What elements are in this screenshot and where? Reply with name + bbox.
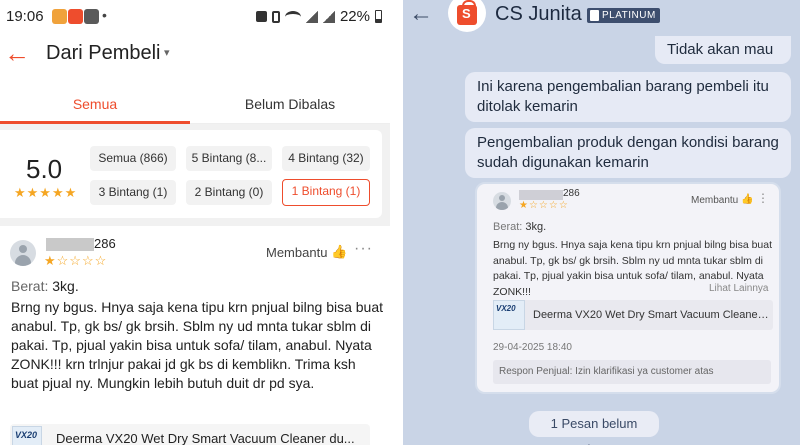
username-redaction bbox=[46, 238, 94, 251]
chat-contact-name[interactable]: CS Junita bbox=[495, 3, 582, 26]
thumbs-up-icon[interactable]: 👍 bbox=[741, 194, 753, 205]
product-thumbnail-text: VX20 bbox=[496, 304, 516, 313]
filter-3-star[interactable]: 3 Bintang (1) bbox=[90, 180, 176, 205]
back-arrow-icon[interactable]: ← bbox=[4, 38, 30, 68]
battery-percent: 22% bbox=[339, 8, 370, 25]
review-stars: ★☆☆☆☆ bbox=[44, 253, 108, 268]
shop-logo: S bbox=[448, 0, 486, 32]
review-weight: Berat: 3kg. bbox=[493, 221, 546, 233]
dropdown-caret-icon[interactable]: ▾ bbox=[164, 46, 170, 59]
rating-stars: ★★★★★ bbox=[14, 185, 78, 200]
tab-all[interactable]: Semua bbox=[0, 96, 190, 112]
back-arrow-icon[interactable]: ← bbox=[409, 0, 433, 28]
helpful-button[interactable]: Membantu bbox=[691, 195, 738, 206]
review-tabs: Semua Belum Dibalas bbox=[0, 88, 390, 124]
seller-reviews-screen: 19:06 • 22% ← Dari Pembeli ▾ Semua Belum… bbox=[0, 0, 390, 445]
status-time: 19:06 bbox=[6, 8, 44, 25]
username-redaction bbox=[519, 190, 563, 200]
filter-4-star[interactable]: 4 Bintang (32) bbox=[282, 146, 370, 171]
product-name: Deerma VX20 Wet Dry Smart Vacuum Cleaner… bbox=[56, 431, 355, 445]
review-stars: ★☆☆☆☆ bbox=[519, 200, 569, 211]
status-dot: • bbox=[102, 7, 107, 23]
app-bar: ← Dari Pembeli ▾ bbox=[0, 36, 390, 78]
product-thumbnail: VX20 bbox=[12, 426, 42, 445]
filter-2-star[interactable]: 2 Bintang (0) bbox=[186, 180, 272, 205]
avatar bbox=[10, 240, 36, 266]
review-date: 29-04-2025 18:40 bbox=[493, 342, 572, 353]
helpful-button[interactable]: Membantu bbox=[266, 245, 327, 260]
avatar bbox=[493, 192, 511, 210]
weight-label: Berat: bbox=[493, 221, 523, 233]
review-item: 286 ★☆☆☆☆ Membantu 👍 ··· Berat: 3kg. Brn… bbox=[0, 226, 390, 445]
filter-1-star[interactable]: 1 Bintang (1) bbox=[282, 179, 370, 206]
seller-reply: Respon Penjual: Izin klarifikasi ya cust… bbox=[493, 360, 771, 384]
chat-message: Ini karena pengembalian barang pembeli i… bbox=[465, 72, 791, 122]
status-right: 22% bbox=[255, 8, 382, 25]
username: 286 bbox=[94, 236, 116, 251]
signal-icon bbox=[322, 10, 335, 23]
product-name: Deerma VX20 Wet Dry Smart Vacuum Cleaner… bbox=[533, 309, 769, 321]
vibrate-icon bbox=[271, 10, 280, 23]
product-card[interactable]: VX20 Deerma VX20 Wet Dry Smart Vacuum Cl… bbox=[493, 300, 773, 330]
review-text: Brng ny bgus. Hnya saja kena tipu krn pn… bbox=[11, 299, 384, 391]
filter-5-star[interactable]: 5 Bintang (8... bbox=[186, 146, 272, 171]
thumbs-up-icon[interactable]: 👍 bbox=[331, 244, 347, 260]
rating-score: 5.0 bbox=[26, 154, 63, 184]
wifi-icon bbox=[284, 10, 301, 23]
chat-message: Tidak akan mau bbox=[655, 36, 791, 64]
chat-header: ← S CS Junita PLATINUM bbox=[403, 0, 800, 34]
shopee-bag-icon bbox=[84, 9, 99, 24]
shared-review-card[interactable]: 286 ★☆☆☆☆ Membantu 👍 ⋮ Berat: 3kg. Brng … bbox=[475, 182, 781, 394]
signal-icon bbox=[305, 10, 318, 23]
weight-value: 3kg. bbox=[525, 221, 547, 233]
more-options-icon[interactable]: ··· bbox=[354, 240, 373, 258]
chat-message: Pengembalian produk dengan kondisi baran… bbox=[465, 128, 791, 178]
weight-label: Berat: bbox=[11, 278, 49, 294]
sound-icon bbox=[255, 11, 267, 22]
product-card[interactable]: VX20 Deerma VX20 Wet Dry Smart Vacuum Cl… bbox=[10, 424, 370, 445]
status-bar: 19:06 • 22% bbox=[0, 0, 390, 32]
product-thumbnail: VX20 bbox=[493, 300, 525, 330]
review-weight: Berat: 3kg. bbox=[11, 278, 79, 294]
rating-summary: 5.0 ★★★★★ Semua (866) 5 Bintang (8... 4 … bbox=[0, 130, 382, 218]
shopee-app-icon bbox=[68, 9, 83, 24]
weight-value: 3kg. bbox=[52, 278, 79, 294]
username: 286 bbox=[563, 188, 580, 199]
filter-all[interactable]: Semua (866) bbox=[90, 146, 176, 171]
platinum-badge: PLATINUM bbox=[587, 8, 660, 23]
see-more-link[interactable]: Lihat Lainnya bbox=[709, 283, 769, 294]
notification-icon bbox=[52, 9, 67, 24]
chat-screen: ← S CS Junita PLATINUM Tidak akan mau In… bbox=[403, 0, 800, 445]
tab-unreplied[interactable]: Belum Dibalas bbox=[190, 96, 390, 112]
shopee-logo-letter: S bbox=[462, 6, 471, 21]
page-title[interactable]: Dari Pembeli bbox=[46, 42, 160, 65]
battery-icon bbox=[375, 10, 382, 23]
more-options-icon[interactable]: ⋮ bbox=[757, 191, 769, 205]
unread-messages-pill[interactable]: 1 Pesan belum terbaca bbox=[529, 411, 659, 445]
shopee-bag-icon: S bbox=[457, 0, 477, 25]
product-thumbnail-text: VX20 bbox=[15, 430, 38, 440]
